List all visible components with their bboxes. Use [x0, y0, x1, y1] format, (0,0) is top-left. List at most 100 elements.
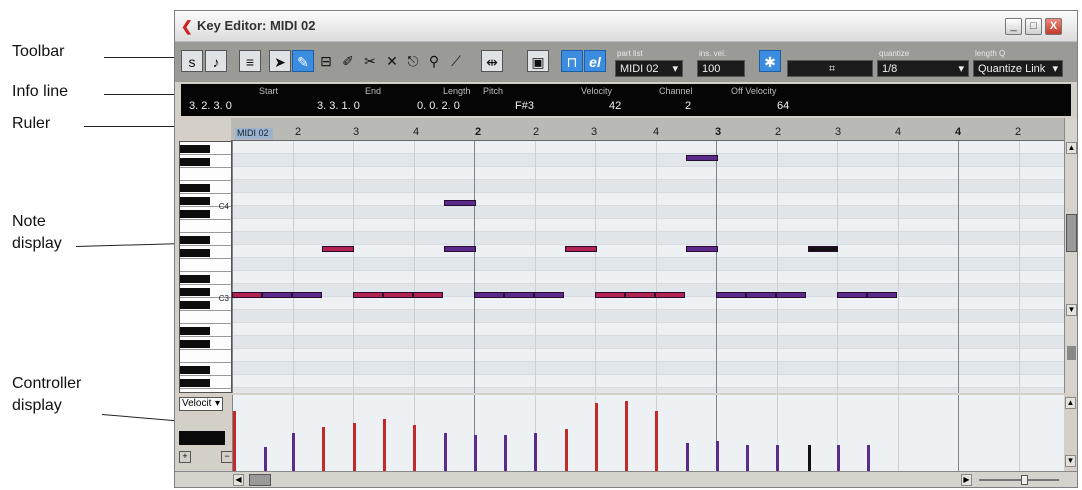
grid-display[interactable]: ⌗ — [787, 60, 873, 77]
velocity-bar[interactable] — [746, 445, 749, 471]
black-key[interactable] — [180, 236, 210, 244]
white-key[interactable] — [180, 220, 231, 233]
black-key[interactable] — [180, 210, 210, 218]
draw-tool-icon[interactable]: ✎ — [292, 50, 314, 72]
autoscroll-icon[interactable]: ⇹ — [481, 50, 503, 72]
black-key[interactable] — [180, 327, 210, 335]
add-lane-icon[interactable]: + — [179, 451, 191, 463]
white-key[interactable] — [180, 259, 231, 272]
solo-editor-icon[interactable]: s — [181, 50, 203, 72]
velocity-lane[interactable] — [232, 395, 1064, 471]
midi-note[interactable] — [444, 200, 476, 206]
quantize-select[interactable]: 1/8 ▾ — [877, 60, 969, 77]
velocity-bar[interactable] — [383, 419, 386, 471]
part-list-select[interactable]: MIDI 02 ▾ — [615, 60, 683, 77]
velocity-bar[interactable] — [565, 429, 568, 471]
show-info-icon[interactable]: ≡ — [239, 50, 261, 72]
ruler[interactable]: MIDI 02 2 3 4 2 2 3 4 3 2 3 4 4 2 — [231, 118, 1064, 141]
info-pitch-value[interactable]: F#3 — [515, 100, 534, 112]
velocity-bar[interactable] — [322, 427, 325, 471]
black-key[interactable] — [180, 366, 210, 374]
midi-note[interactable] — [444, 246, 476, 252]
velocity-bar[interactable] — [474, 435, 477, 471]
info-length-value[interactable]: 0. 0. 2. 0 — [417, 100, 460, 112]
white-key[interactable] — [180, 168, 231, 181]
scroll-thumb[interactable] — [1066, 214, 1077, 252]
minimize-button[interactable]: _ — [1005, 18, 1022, 35]
vertical-zoom-slider[interactable] — [1067, 346, 1076, 360]
black-key[interactable] — [180, 249, 210, 257]
velocity-bar[interactable] — [716, 441, 719, 471]
midi-note[interactable] — [534, 292, 564, 298]
black-key[interactable] — [180, 301, 210, 309]
midi-note[interactable] — [776, 292, 806, 298]
white-key[interactable] — [180, 350, 231, 363]
controller-scroll-down-icon[interactable]: ▼ — [1065, 455, 1076, 467]
midi-note[interactable] — [595, 292, 625, 298]
black-key[interactable] — [180, 145, 210, 153]
scroll-up-icon[interactable]: ▲ — [1066, 142, 1077, 154]
velocity-bar[interactable] — [353, 423, 356, 471]
zoom-tool-icon[interactable]: ⚲ — [423, 50, 445, 72]
midi-note[interactable] — [383, 292, 413, 298]
piano-keyboard[interactable]: C4 C3 — [179, 141, 232, 393]
velocity-bar[interactable] — [776, 445, 779, 471]
black-key[interactable] — [180, 340, 210, 348]
insert-velocity-field[interactable]: 100 — [697, 60, 745, 77]
midi-note[interactable] — [232, 292, 262, 298]
controller-scroll-up-icon[interactable]: ▲ — [1065, 397, 1076, 409]
velocity-bar[interactable] — [233, 411, 236, 471]
midi-note[interactable] — [686, 246, 718, 252]
midi-note[interactable] — [474, 292, 504, 298]
midi-note[interactable] — [292, 292, 322, 298]
midi-note[interactable] — [413, 292, 443, 298]
independent-track-loop-icon[interactable]: ▣ — [527, 50, 549, 72]
velocity-bar[interactable] — [867, 445, 870, 471]
scroll-left-icon[interactable]: ◀ — [233, 474, 244, 486]
velocity-bar[interactable] — [655, 411, 658, 471]
info-end-value[interactable]: 3. 3. 1. 0 — [317, 100, 360, 112]
acoustic-feedback-icon[interactable]: ♪ — [205, 50, 227, 72]
close-button[interactable]: X — [1045, 18, 1062, 35]
line-tool-icon[interactable]: ⊟ — [315, 50, 337, 72]
note-display[interactable] — [232, 141, 1064, 393]
black-key[interactable] — [180, 379, 210, 387]
info-off-velocity-value[interactable]: 64 — [777, 100, 789, 112]
scroll-down-icon[interactable]: ▼ — [1066, 304, 1077, 316]
split-tool-icon[interactable]: ✂ — [359, 50, 381, 72]
velocity-bar[interactable] — [444, 433, 447, 471]
midi-note[interactable] — [837, 292, 867, 298]
midi-note[interactable] — [262, 292, 292, 298]
black-key[interactable] — [180, 197, 210, 205]
velocity-bar[interactable] — [595, 403, 598, 471]
erase-tool-icon[interactable]: ✕ — [381, 50, 403, 72]
title-bar[interactable]: ❮ Key Editor: MIDI 02 _ □ X — [175, 11, 1077, 41]
maximize-button[interactable]: □ — [1025, 18, 1042, 35]
velocity-bar[interactable] — [625, 401, 628, 471]
velocity-bar[interactable] — [264, 447, 267, 471]
vertical-scrollbar[interactable]: ▲ ▼ — [1064, 118, 1077, 393]
black-key[interactable] — [180, 158, 210, 166]
black-key[interactable] — [180, 288, 210, 296]
object-selection-tool-icon[interactable]: ➤ — [269, 50, 291, 72]
midi-note[interactable] — [565, 246, 597, 252]
line-draw-tool-icon[interactable]: ⟋ — [445, 50, 467, 72]
white-key[interactable] — [180, 311, 231, 324]
show-part-borders-icon[interactable]: ⊓ — [561, 50, 583, 72]
velocity-bar[interactable] — [534, 433, 537, 471]
pencil-tool-icon[interactable]: ✐ — [337, 50, 359, 72]
info-channel-value[interactable]: 2 — [685, 100, 691, 112]
info-velocity-value[interactable]: 42 — [609, 100, 621, 112]
midi-note[interactable] — [504, 292, 534, 298]
glue-tool-icon[interactable]: ⎋ — [402, 50, 424, 72]
midi-note[interactable] — [322, 246, 354, 252]
zoom-slider-knob[interactable] — [1021, 475, 1028, 485]
midi-note[interactable] — [808, 246, 838, 252]
midi-note[interactable] — [716, 292, 746, 298]
controller-lane-select[interactable]: Velocit ▾ — [179, 397, 223, 411]
white-key[interactable] — [180, 389, 231, 392]
velocity-bar[interactable] — [413, 425, 416, 471]
velocity-bar[interactable] — [504, 435, 507, 471]
scroll-right-icon[interactable]: ▶ — [961, 474, 972, 486]
horizontal-scroll-thumb[interactable] — [249, 474, 271, 486]
